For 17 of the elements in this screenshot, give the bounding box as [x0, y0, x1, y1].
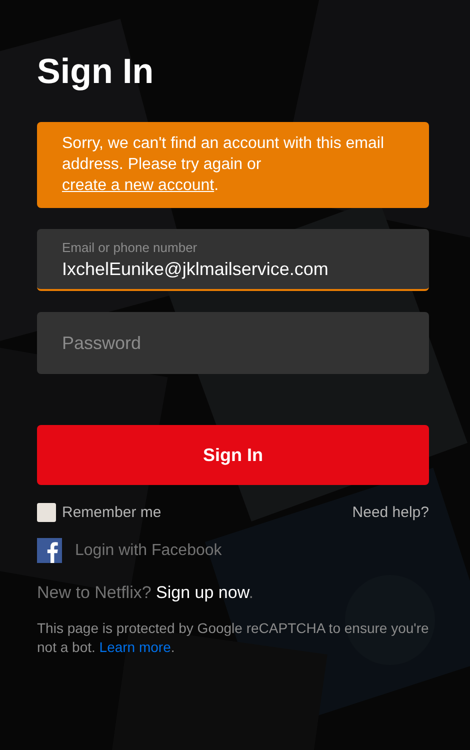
- sign-up-link[interactable]: Sign up now: [156, 583, 249, 602]
- recaptcha-notice: This page is protected by Google reCAPTCHA to ensure you're not a bot. Learn more.: [37, 619, 429, 657]
- help-link[interactable]: Need help?: [352, 504, 429, 521]
- facebook-icon: [37, 538, 62, 563]
- email-input[interactable]: IxchelEunike@jklmailservice.com: [62, 256, 404, 282]
- password-input[interactable]: Password: [62, 330, 404, 356]
- field-label: Email or phone number: [62, 240, 198, 256]
- error-message: Sorry, we can't find an account with this email address. Please try again or create a new account.: [37, 122, 429, 208]
- page-title: Sign In: [37, 51, 155, 93]
- password-field[interactable]: Password: [37, 312, 429, 374]
- signup-prompt: New to Netflix? Sign up now.: [37, 583, 254, 603]
- remember-label: Remember me: [62, 504, 162, 521]
- learn-more-link[interactable]: Learn more: [99, 639, 171, 655]
- email-field[interactable]: Email or phone number IxchelEunike@jklmailservice.com: [37, 229, 429, 291]
- sign-in-button[interactable]: Sign In: [37, 425, 429, 485]
- facebook-login-link[interactable]: Login with Facebook: [75, 542, 222, 560]
- remember-checkbox[interactable]: [37, 503, 56, 522]
